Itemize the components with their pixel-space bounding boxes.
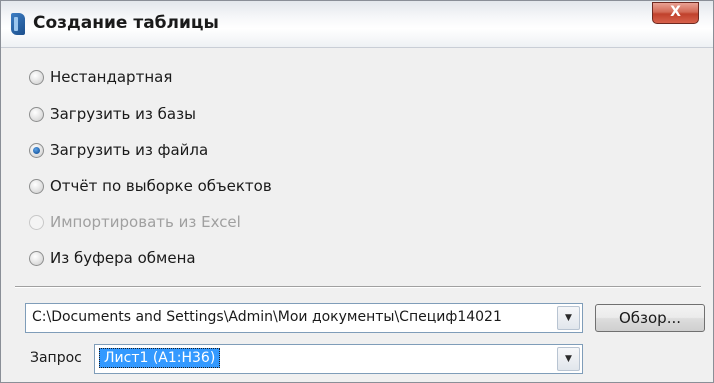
create-table-dialog: Создание таблицы X Нестандартная Загрузи… xyxy=(0,0,714,383)
option-object-selection-report[interactable]: Отчёт по выборке объектов xyxy=(29,174,272,198)
file-path-value: C:\Documents and Settings\Admin\Мои доку… xyxy=(32,309,502,325)
radio-button[interactable] xyxy=(29,250,44,266)
section-divider xyxy=(15,286,701,288)
radio-button[interactable] xyxy=(29,69,44,85)
radio-button[interactable] xyxy=(29,178,44,194)
option-label: Загрузить из файла xyxy=(50,141,209,159)
option-import-from-excel: Импортировать из Excel xyxy=(29,210,241,234)
app-icon xyxy=(11,13,25,35)
radio-button-selected[interactable] xyxy=(29,142,44,158)
chevron-down-icon[interactable]: ▼ xyxy=(557,347,580,371)
option-custom[interactable]: Нестандартная xyxy=(29,65,172,89)
option-from-clipboard[interactable]: Из буфера обмена xyxy=(29,246,196,270)
query-combo[interactable]: Лист1 (A1:H36) ▼ xyxy=(94,344,583,374)
title-bar[interactable]: Создание таблицы X xyxy=(1,1,713,48)
option-label: Импортировать из Excel xyxy=(50,213,241,231)
radio-button-disabled xyxy=(29,214,44,230)
option-load-from-database[interactable]: Загрузить из базы xyxy=(29,102,196,126)
option-label: Отчёт по выборке объектов xyxy=(50,177,272,195)
file-path-combo[interactable]: C:\Documents and Settings\Admin\Мои доку… xyxy=(25,303,583,333)
close-button[interactable]: X xyxy=(652,2,699,24)
browse-button[interactable]: Обзор... xyxy=(595,304,705,332)
option-label: Нестандартная xyxy=(50,68,173,86)
radio-button[interactable] xyxy=(29,106,44,122)
close-icon: X xyxy=(670,4,681,20)
query-label: Запрос xyxy=(30,350,82,366)
window-title: Создание таблицы xyxy=(33,13,219,33)
chevron-down-icon[interactable]: ▼ xyxy=(557,306,580,330)
query-value: Лист1 (A1:H36) xyxy=(99,348,221,368)
option-label: Из буфера обмена xyxy=(50,249,196,267)
option-load-from-file[interactable]: Загрузить из файла xyxy=(29,138,208,162)
option-label: Загрузить из базы xyxy=(50,105,196,123)
